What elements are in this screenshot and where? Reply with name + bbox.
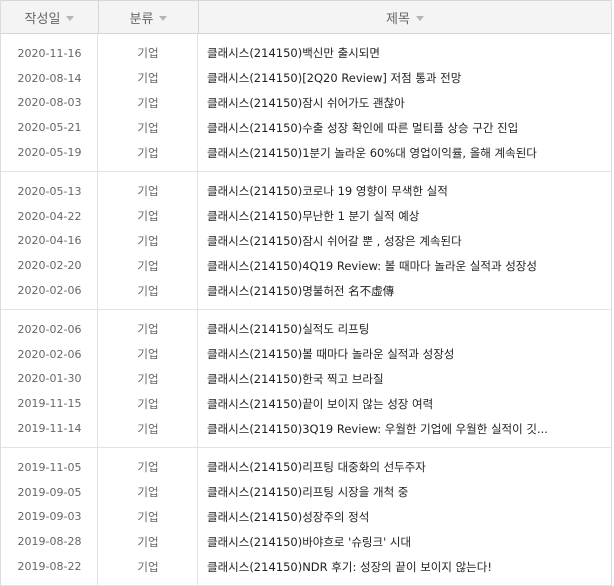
table-row[interactable]: 2020-05-19 기업 클래시스(214150)1분기 놀라운 60%대 영업이…: [1, 140, 611, 165]
table-row[interactable]: 2020-02-06 기업 클래시스(214150)실적도 리프팅: [1, 317, 611, 342]
row-date: 2019-11-14: [17, 422, 82, 436]
table-row[interactable]: 2020-04-16 기업 클래시스(214150)잠시 쉬어갈 뿐 , 성장은 계…: [1, 229, 611, 254]
row-date: 2020-04-16: [17, 234, 82, 248]
row-group: 2020-11-16 기업 클래시스(214150)백신만 출시되면 2020-08-…: [1, 34, 611, 172]
row-group: 2020-05-13 기업 클래시스(214150)코로나 19 영향이 무색한 실…: [1, 172, 611, 310]
row-date: 2020-04-22: [17, 209, 82, 223]
table-row[interactable]: 2020-11-16 기업 클래시스(214150)백신만 출시되면: [1, 41, 611, 66]
row-title-link[interactable]: 클래시스(214150)수출 성장 확인에 따른 멀티플 상승 구간 진입: [198, 120, 611, 136]
table-row[interactable]: 2020-05-13 기업 클래시스(214150)코로나 19 영향이 무색한 실…: [1, 179, 611, 204]
row-title-link[interactable]: 클래시스(214150)잠시 쉬어가도 괜찮아: [198, 95, 611, 111]
table-row[interactable]: 2020-01-30 기업 클래시스(214150)한국 찍고 브라질: [1, 367, 611, 392]
row-title-link[interactable]: 클래시스(214150)리프팅 시장을 개척 중: [198, 484, 611, 500]
row-category: 기업: [137, 421, 159, 436]
table-body: 2020-11-16 기업 클래시스(214150)백신만 출시되면 2020-08-…: [1, 34, 611, 586]
row-title-link[interactable]: 클래시스(214150)무난한 1 분기 실적 예상: [198, 208, 611, 224]
table-row[interactable]: 2019-11-05 기업 클래시스(214150)리프팅 대중화의 선두주자: [1, 455, 611, 480]
table-row[interactable]: 2020-02-06 기업 클래시스(214150)볼 때마다 놀라운 실적과 성장…: [1, 342, 611, 367]
category-header-label: 분류: [129, 11, 154, 27]
row-category: 기업: [137, 322, 159, 337]
row-category: 기업: [137, 347, 159, 362]
row-date: 2020-05-19: [17, 146, 82, 160]
sort-caret-icon: [159, 15, 168, 21]
row-category: 기업: [137, 209, 159, 224]
row-date: 2019-09-05: [17, 485, 82, 499]
row-category: 기업: [137, 460, 159, 475]
row-date: 2019-11-15: [17, 397, 82, 411]
title-header-label: 제목: [386, 11, 410, 27]
row-category: 기업: [137, 184, 159, 199]
row-date: 2020-08-14: [17, 71, 82, 85]
row-date: 2020-05-21: [17, 121, 82, 135]
row-date: 2020-02-06: [17, 284, 82, 298]
row-category: 기업: [137, 371, 159, 386]
table-row[interactable]: 2019-11-14 기업 클래시스(214150)3Q19 Review: 우월한…: [1, 416, 611, 441]
row-title-link[interactable]: 클래시스(214150)4Q19 Review: 볼 때마다 놀라운 실적과 성…: [198, 258, 611, 274]
row-title-link[interactable]: 클래시스(214150)실적도 리프팅: [198, 321, 611, 337]
table-row[interactable]: 2020-05-21 기업 클래시스(214150)수출 성장 확인에 따른 멀티플…: [1, 115, 611, 140]
table-row[interactable]: 2020-08-03 기업 클래시스(214150)잠시 쉬어가도 괜찮아: [1, 91, 611, 116]
sort-by-title-header[interactable]: 제목: [198, 1, 611, 33]
row-date: 2020-08-03: [17, 96, 82, 110]
row-title-link[interactable]: 클래시스(214150)끝이 보이지 않는 성장 여력: [198, 396, 611, 412]
table-row[interactable]: 2020-04-22 기업 클래시스(214150)무난한 1 분기 실적 예상: [1, 204, 611, 229]
table-row[interactable]: 2020-08-14 기업 클래시스(214150)[2Q20 Review] 저점…: [1, 66, 611, 91]
table-row[interactable]: 2019-08-22 기업 클래시스(214150)NDR 후기: 성장의 끝이 보…: [1, 554, 611, 579]
row-category: 기업: [137, 258, 159, 273]
table-row[interactable]: 2019-09-05 기업 클래시스(214150)리프팅 시장을 개척 중: [1, 480, 611, 505]
row-title-link[interactable]: 클래시스(214150)잠시 쉬어갈 뿐 , 성장은 계속된다: [198, 233, 611, 249]
row-date: 2020-11-16: [17, 46, 82, 60]
row-category: 기업: [137, 46, 159, 61]
sort-caret-icon: [415, 15, 424, 21]
row-title-link[interactable]: 클래시스(214150)한국 찍고 브라질: [198, 371, 611, 387]
row-category: 기업: [137, 534, 159, 549]
row-category: 기업: [137, 485, 159, 500]
report-table: 작성일 분류 제목 2020-11-16 기업 클래시스(214150)백신만 출시…: [0, 0, 612, 586]
row-title-link[interactable]: 클래시스(214150)코로나 19 영향이 무색한 실적: [198, 183, 611, 199]
column-divider: [97, 34, 98, 586]
row-category: 기업: [137, 283, 159, 298]
row-date: 2020-01-30: [17, 372, 82, 386]
row-group: 2020-02-06 기업 클래시스(214150)실적도 리프팅 2020-02-0…: [1, 310, 611, 448]
row-date: 2020-05-13: [17, 184, 82, 198]
row-category: 기업: [137, 233, 159, 248]
row-title-link[interactable]: 클래시스(214150)바야흐로 '슈링크' 시대: [198, 534, 611, 550]
row-title-link[interactable]: 클래시스(214150)NDR 후기: 성장의 끝이 보이지 않는다!: [198, 559, 611, 575]
sort-by-date-header[interactable]: 작성일: [1, 1, 98, 33]
table-row[interactable]: 2019-08-28 기업 클래시스(214150)바야흐로 '슈링크' 시대: [1, 529, 611, 554]
row-date: 2020-02-06: [17, 322, 82, 336]
sort-by-category-header[interactable]: 분류: [98, 1, 198, 33]
row-category: 기업: [137, 145, 159, 160]
row-title-link[interactable]: 클래시스(214150)볼 때마다 놀라운 실적과 성장성: [198, 346, 611, 362]
row-title-link[interactable]: 클래시스(214150)1분기 놀라운 60%대 영업이익률, 올해 계속된다: [198, 145, 611, 161]
row-category: 기업: [137, 71, 159, 86]
row-date: 2020-02-06: [17, 347, 82, 361]
row-category: 기업: [137, 396, 159, 411]
row-title-link[interactable]: 클래시스(214150)명불허전 名不虛傳: [198, 283, 611, 299]
row-category: 기업: [137, 509, 159, 524]
table-row[interactable]: 2020-02-20 기업 클래시스(214150)4Q19 Review: 볼 때…: [1, 253, 611, 278]
table-row[interactable]: 2019-09-03 기업 클래시스(214150)성장주의 정석: [1, 505, 611, 530]
row-title-link[interactable]: 클래시스(214150)리프팅 대중화의 선두주자: [198, 459, 611, 475]
date-header-label: 작성일: [24, 11, 61, 27]
table-row[interactable]: 2020-02-06 기업 클래시스(214150)명불허전 名不虛傳: [1, 278, 611, 303]
row-category: 기업: [137, 95, 159, 110]
row-date: 2019-08-22: [17, 560, 82, 574]
row-title-link[interactable]: 클래시스(214150)백신만 출시되면: [198, 45, 611, 61]
row-category: 기업: [137, 120, 159, 135]
row-group: 2019-11-05 기업 클래시스(214150)리프팅 대중화의 선두주자 201…: [1, 448, 611, 586]
row-title-link[interactable]: 클래시스(214150)성장주의 정석: [198, 509, 611, 525]
row-date: 2019-11-05: [17, 460, 82, 474]
row-date: 2020-02-20: [17, 259, 82, 273]
row-title-link[interactable]: 클래시스(214150)3Q19 Review: 우월한 기업에 우월한 실적이…: [198, 421, 611, 437]
row-title-link[interactable]: 클래시스(214150)[2Q20 Review] 저점 통과 전망: [198, 70, 611, 86]
table-row[interactable]: 2019-11-15 기업 클래시스(214150)끝이 보이지 않는 성장 여력: [1, 391, 611, 416]
table-header: 작성일 분류 제목: [1, 0, 611, 34]
column-divider: [197, 34, 198, 586]
row-category: 기업: [137, 559, 159, 574]
row-date: 2019-09-03: [17, 510, 82, 524]
row-date: 2019-08-28: [17, 535, 82, 549]
sort-caret-icon: [66, 15, 75, 21]
